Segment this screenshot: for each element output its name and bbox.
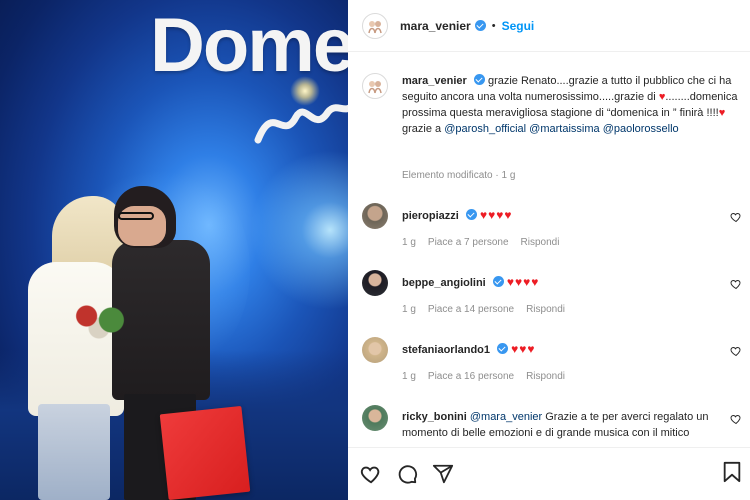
mention-link[interactable]: @martaissima [529, 123, 599, 135]
person-woman-jeans [38, 404, 110, 500]
heart-outline-icon[interactable] [730, 345, 742, 357]
post-photo[interactable]: Dome [0, 0, 348, 500]
red-folder [159, 405, 251, 500]
post-header: mara_venier • Segui [348, 0, 750, 52]
mention-link[interactable]: @paolorossello [603, 123, 679, 135]
comment-likes-count[interactable]: Piace a 7 persone [428, 237, 509, 248]
verified-badge-icon [474, 20, 486, 31]
avatar[interactable] [362, 405, 388, 431]
verified-badge-icon [492, 276, 504, 287]
heart-outline-icon[interactable] [730, 211, 742, 223]
caption-text: mara_venier grazie Renato....grazie a tu… [402, 73, 742, 137]
separator-dot: • [491, 19, 496, 32]
mention-link[interactable]: @mara_venier [470, 411, 542, 423]
mention-link[interactable]: @parosh_official [444, 123, 526, 135]
profile-logo-icon [368, 81, 382, 94]
avatar[interactable] [362, 73, 388, 99]
comment-time: 1 g [402, 371, 416, 382]
verified-badge-icon [465, 209, 477, 220]
follow-button[interactable]: Segui [502, 19, 535, 33]
post-action-bar [348, 447, 750, 500]
caption-username[interactable]: mara_venier [402, 75, 467, 87]
reply-button[interactable]: Rispondi [521, 237, 560, 248]
comment-username[interactable]: pieropiazzi [402, 210, 459, 222]
heart-outline-icon[interactable] [730, 278, 742, 290]
comment-item: pieropiazzi ♥♥♥♥ 1 g Piace a 7 persone R… [362, 203, 746, 248]
heart-outline-icon[interactable] [360, 463, 382, 485]
comment-time: 1 g [402, 237, 416, 248]
comment-item: stefaniaorlando1 ♥♥♥ 1 g Piace a 16 pers… [362, 337, 746, 382]
comment-likes-count[interactable]: Piace a 14 persone [428, 304, 514, 315]
comment-text: ♥♥♥♥ [506, 275, 540, 289]
header-username[interactable]: mara_venier [400, 19, 471, 33]
reply-button[interactable]: Rispondi [526, 304, 565, 315]
profile-logo-icon [368, 20, 382, 33]
avatar[interactable] [362, 203, 388, 229]
verified-badge-icon [497, 343, 509, 354]
caption-edited-timestamp: Elemento modificato · 1 g [402, 170, 516, 181]
comment-likes-count[interactable]: Piace a 16 persone [428, 371, 514, 382]
comment-item: beppe_angiolini ♥♥♥♥ 1 g Piace a 14 pers… [362, 270, 746, 315]
comment-username[interactable]: ricky_bonini [402, 411, 467, 423]
post-side-panel: mara_venier • Segui mara_venier grazie R… [348, 0, 750, 500]
post-caption: mara_venier grazie Renato....grazie a tu… [362, 73, 742, 137]
avatar[interactable] [362, 12, 388, 39]
comment-text: ♥♥♥ [511, 342, 536, 356]
avatar[interactable] [362, 270, 388, 296]
heart-outline-icon[interactable] [730, 413, 742, 425]
red-heart-emoji-icon: ♥ [718, 107, 726, 119]
reply-button[interactable]: Rispondi [526, 371, 565, 382]
comment-text: ♥♥♥♥ [479, 208, 513, 222]
sparkle-light [290, 76, 320, 106]
paper-plane-icon[interactable] [432, 463, 454, 485]
stage-spotlight [250, 150, 348, 310]
avatar[interactable] [362, 337, 388, 363]
caption-body-3: grazie a [402, 123, 442, 135]
verified-badge-icon [473, 74, 485, 85]
person-man-glasses [118, 212, 154, 220]
comment-time: 1 g [402, 304, 416, 315]
comment-item: ricky_bonini @mara_venier Grazie a te pe… [362, 405, 746, 441]
comments-scroll-area[interactable]: mara_venier grazie Renato....grazie a tu… [348, 53, 750, 447]
flower-bouquet [68, 300, 130, 340]
comment-username[interactable]: beppe_angiolini [402, 277, 486, 289]
bookmark-icon[interactable] [722, 461, 742, 483]
comment-bubble-icon[interactable] [396, 463, 418, 485]
comment-username[interactable]: stefaniaorlando1 [402, 344, 490, 356]
